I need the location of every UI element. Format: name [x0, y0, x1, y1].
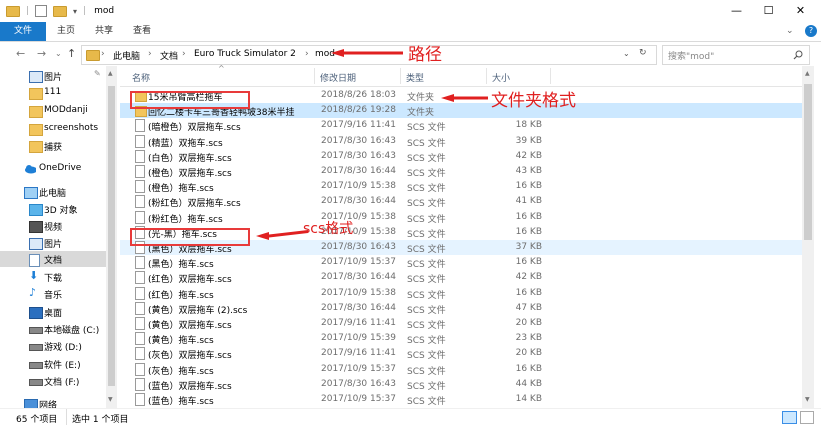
annotation-folder-format-label: 文件夹格式: [491, 91, 576, 111]
annotation-arrow-path: [331, 49, 403, 57]
annotation-arrow-folder: [441, 94, 488, 102]
annotation-arrow-scs: [256, 230, 308, 240]
annotation-scs-format-label: scs格式: [303, 221, 354, 237]
annotation-path-label: 路径: [408, 45, 442, 65]
